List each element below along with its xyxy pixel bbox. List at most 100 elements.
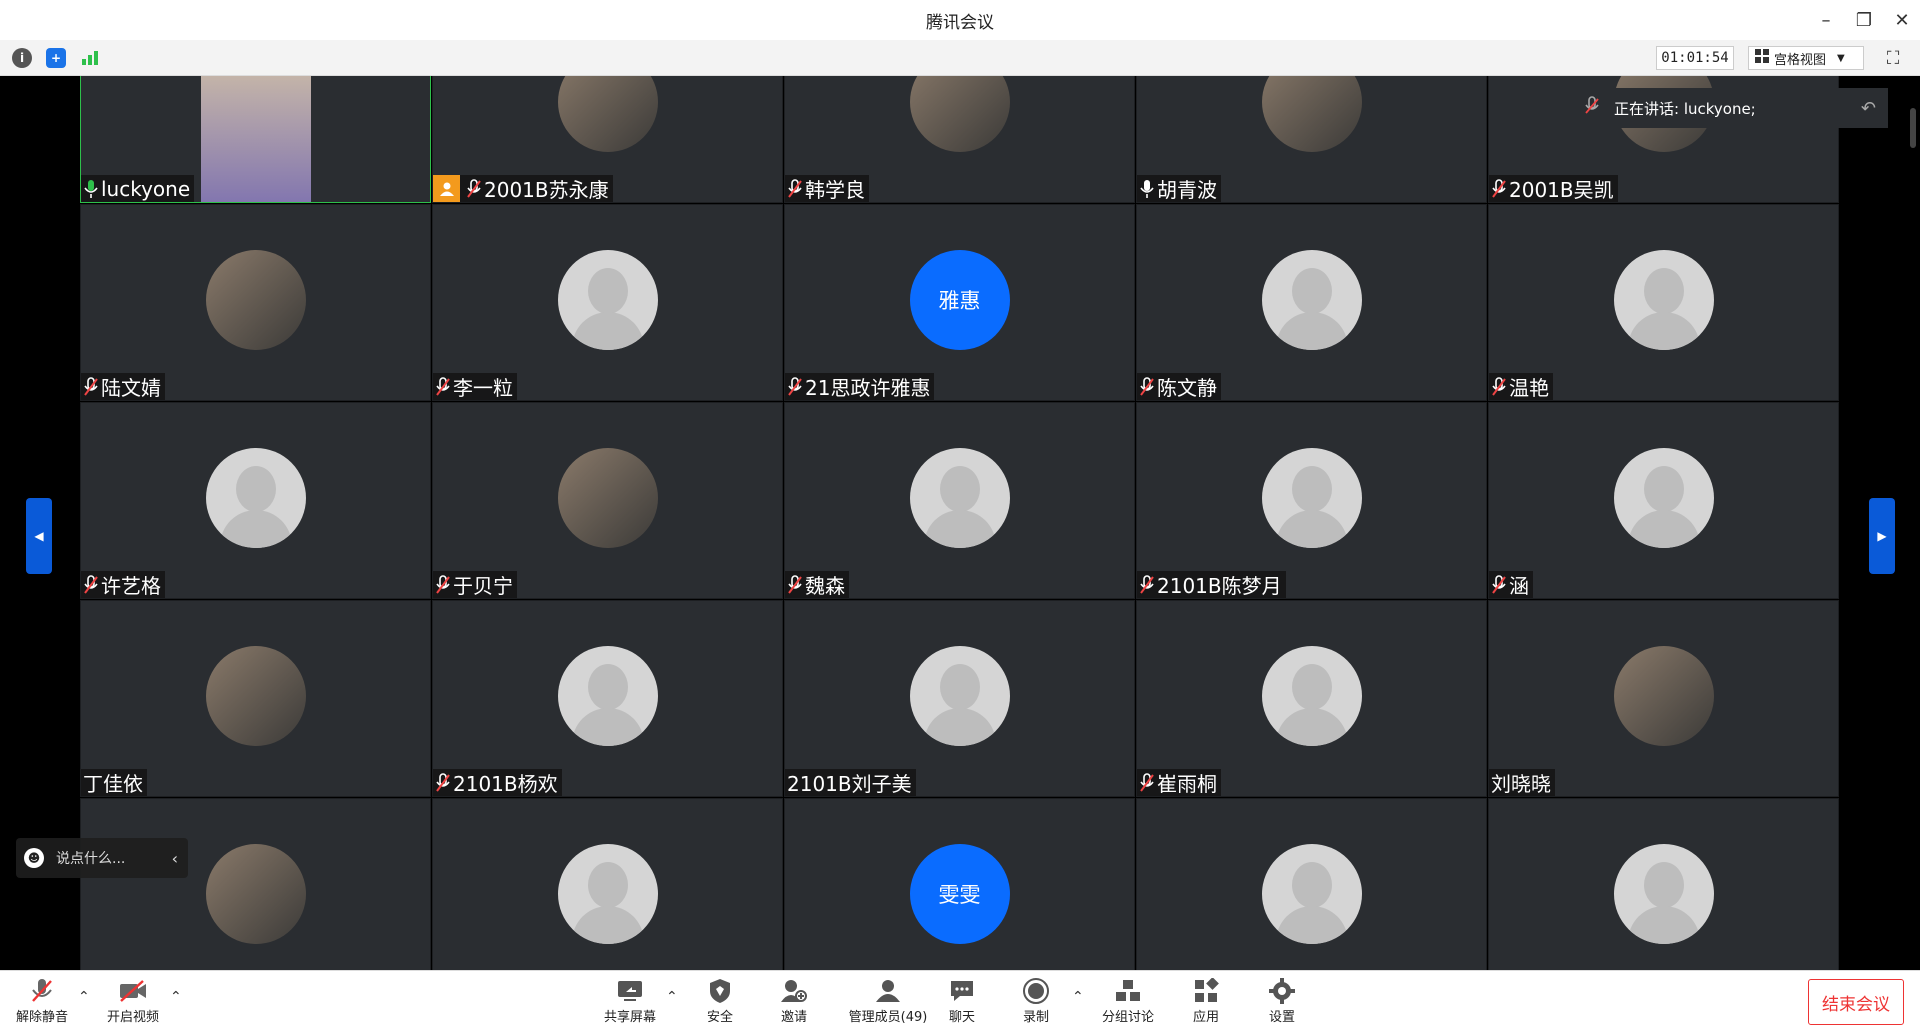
participant-tile[interactable]: 2001B苏永康: [432, 76, 783, 203]
muted-mic-icon: [435, 376, 451, 397]
share-screen-button[interactable]: 共享屏幕: [590, 976, 670, 1030]
restore-icon[interactable]: ❐: [1846, 0, 1882, 40]
participant-tile[interactable]: [1136, 798, 1487, 970]
fullscreen-icon[interactable]: ⛶: [1880, 46, 1906, 70]
scrollbar[interactable]: [1910, 108, 1916, 148]
chevron-left-icon[interactable]: ‹: [172, 849, 178, 868]
participant-name-label: 魏森: [785, 571, 849, 598]
end-meeting-button[interactable]: 结束会议: [1808, 979, 1904, 1025]
participant-tile[interactable]: 温艳: [1488, 204, 1839, 401]
mic-icon: [83, 179, 99, 199]
default-avatar: [1613, 250, 1714, 350]
host-icon: [433, 175, 460, 202]
default-avatar: [1261, 448, 1362, 548]
participant-tile[interactable]: 刘晓晓: [1488, 600, 1839, 797]
invite-label: 邀请: [780, 1010, 807, 1025]
participant-tile[interactable]: 2101B刘子美: [784, 600, 1135, 797]
participant-tile[interactable]: 胡青波: [1136, 76, 1487, 203]
settings-button[interactable]: 设置: [1242, 976, 1322, 1030]
participant-tile[interactable]: [80, 798, 431, 970]
participant-tile[interactable]: [1488, 798, 1839, 970]
participant-name: 温艳: [1509, 376, 1549, 400]
participant-tile[interactable]: 韩学良: [784, 76, 1135, 203]
default-avatar: [557, 844, 658, 944]
start-video-button[interactable]: 开启视频: [93, 976, 173, 1030]
apps-button[interactable]: 应用: [1166, 976, 1246, 1030]
muted-mic-icon: [435, 772, 451, 793]
view-selector[interactable]: 宫格视图 ▼: [1748, 46, 1864, 70]
chevron-down-icon: ▼: [1837, 52, 1845, 64]
minimize-icon[interactable]: –: [1808, 0, 1844, 40]
text-avatar: 雅惠: [909, 250, 1010, 350]
participant-name-label: 许艺格: [81, 571, 165, 598]
shield-icon[interactable]: +: [46, 48, 66, 68]
participant-tile[interactable]: 李一粒: [432, 204, 783, 401]
participant-name-label: 2101B杨欢: [433, 769, 562, 796]
participant-tile[interactable]: 崔雨桐: [1136, 600, 1487, 797]
participant-name: 韩学良: [805, 178, 865, 202]
shield-icon: [705, 976, 735, 1006]
participant-tile[interactable]: 许艺格: [80, 402, 431, 599]
participant-name-label: 李一粒: [433, 373, 517, 400]
unmute-button[interactable]: 解除静音: [2, 976, 82, 1030]
participant-tile[interactable]: 陈文静: [1136, 204, 1487, 401]
avatar-initials: 雅惠: [938, 289, 981, 313]
signal-icon[interactable]: [80, 48, 100, 68]
security-button[interactable]: 安全: [680, 976, 760, 1030]
participant-tile[interactable]: 雯雯: [784, 798, 1135, 970]
share-options-caret[interactable]: ⌃: [666, 989, 678, 1005]
participant-name: 胡青波: [1157, 178, 1217, 202]
participant-tile[interactable]: 雅惠 21思政许雅惠: [784, 204, 1135, 401]
participant-name: 2001B苏永康: [484, 178, 609, 202]
close-icon[interactable]: ✕: [1884, 0, 1920, 40]
video-options-caret[interactable]: ⌃: [170, 989, 182, 1005]
participant-tile[interactable]: 涵: [1488, 402, 1839, 599]
audio-options-caret[interactable]: ⌃: [78, 989, 90, 1005]
participant-tile[interactable]: 陆文婧: [80, 204, 431, 401]
avatar: [205, 646, 306, 746]
muted-mic-icon: [1491, 376, 1507, 397]
participant-name-label: 韩学良: [785, 175, 869, 202]
participant-tile[interactable]: [432, 798, 783, 970]
muted-mic-icon: [787, 376, 803, 397]
participant-name-label: luckyone: [81, 175, 195, 202]
participant-tile[interactable]: 于贝宁: [432, 402, 783, 599]
muted-mic-icon: [787, 178, 803, 199]
quick-chat[interactable]: ☻ 说点什么... ‹: [16, 838, 188, 878]
participant-tile[interactable]: 丁佳依: [80, 600, 431, 797]
record-button[interactable]: 录制: [996, 976, 1076, 1030]
undo-icon[interactable]: ↶: [1861, 98, 1876, 119]
muted-mic-icon: [1491, 574, 1507, 595]
participant-name: 丁佳依: [83, 772, 143, 796]
record-options-caret[interactable]: ⌃: [1072, 989, 1084, 1005]
chat-label: 聊天: [948, 1010, 975, 1025]
muted-mic-icon: [1139, 574, 1155, 595]
participant-tile[interactable]: 2101B陈梦月: [1136, 402, 1487, 599]
info-icon[interactable]: i: [12, 48, 32, 68]
invite-button[interactable]: 邀请: [754, 976, 834, 1030]
default-avatar: [1261, 250, 1362, 350]
participant-name: 刘晓晓: [1491, 772, 1551, 796]
gear-icon: [1267, 976, 1297, 1006]
participant-name: luckyone: [101, 176, 191, 201]
participant-name-label: 陆文婧: [81, 373, 165, 400]
chat-button[interactable]: 聊天: [922, 976, 1002, 1030]
participant-name-label: 温艳: [1489, 373, 1553, 400]
apps-label: 应用: [1192, 1010, 1219, 1025]
participant-tile[interactable]: 2101B杨欢: [432, 600, 783, 797]
avatar: [909, 76, 1010, 152]
default-avatar: [557, 646, 658, 746]
breakout-button[interactable]: 分组讨论: [1088, 976, 1168, 1030]
participant-tile[interactable]: 魏森: [784, 402, 1135, 599]
muted-mic-icon: [83, 376, 99, 397]
next-page-button[interactable]: ▶: [1869, 498, 1895, 574]
share-screen-icon: [615, 976, 645, 1006]
avatar: [205, 250, 306, 350]
emoji-icon[interactable]: ☻: [24, 848, 44, 868]
avatar: [557, 448, 658, 548]
participant-tile[interactable]: luckyone: [80, 76, 431, 203]
muted-mic-icon: [1139, 772, 1155, 793]
participant-name: 陈文静: [1157, 376, 1217, 400]
prev-page-button[interactable]: ◀: [26, 498, 52, 574]
share-screen-label: 共享屏幕: [603, 1010, 656, 1025]
